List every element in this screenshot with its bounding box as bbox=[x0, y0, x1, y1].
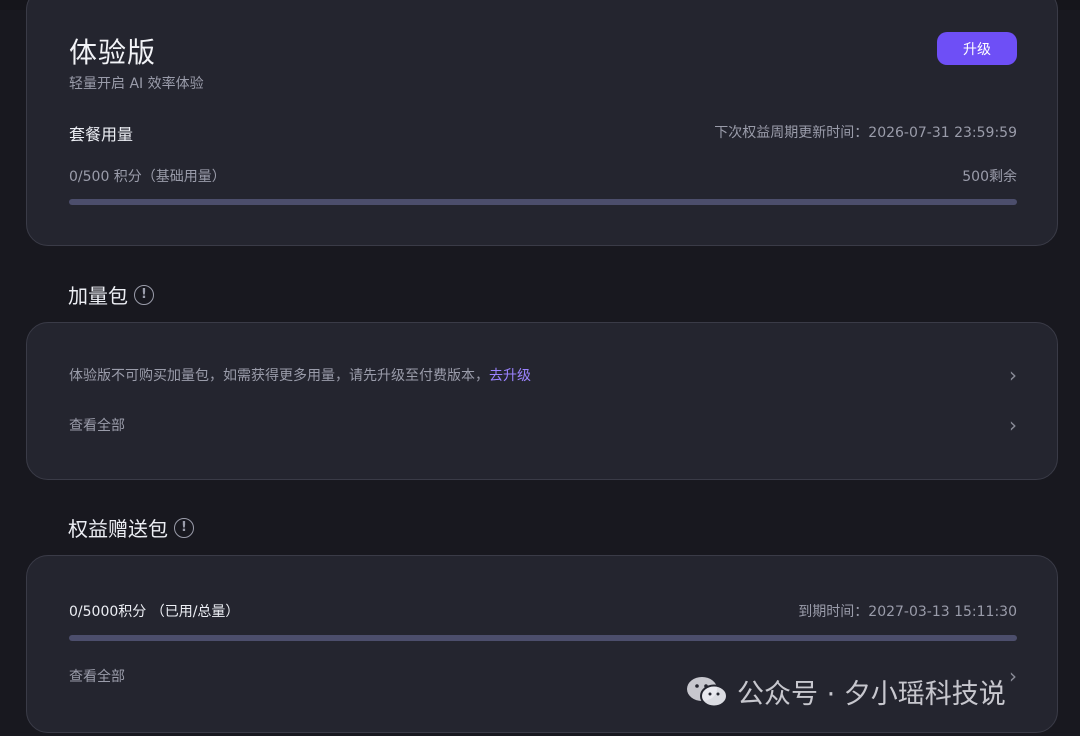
addon-title-text: 加量包 bbox=[68, 284, 128, 308]
info-icon[interactable]: ! bbox=[174, 517, 194, 538]
gift-view-all-label: 查看全部 bbox=[69, 669, 125, 685]
wechat-icon bbox=[687, 676, 728, 707]
plan-usage-progress-bar bbox=[69, 199, 1017, 205]
addon-upgrade-notice-row[interactable]: 体验版不可购买加量包，如需获得更多用量，请先升级至付费版本，去升级 › bbox=[69, 365, 1017, 385]
gift-title-text: 权益赠送包 bbox=[68, 517, 168, 541]
gift-usage-progress-bar bbox=[69, 635, 1017, 641]
plan-name: 体验版 bbox=[69, 36, 157, 69]
upgrade-button[interactable]: 升级 bbox=[937, 32, 1017, 65]
addon-notice-text: 体验版不可购买加量包，如需获得更多用量，请先升级至付费版本， bbox=[69, 368, 489, 384]
addon-notice: 体验版不可购买加量包，如需获得更多用量，请先升级至付费版本，去升级 bbox=[69, 365, 531, 385]
info-icon[interactable]: ! bbox=[134, 284, 154, 305]
watermark: 公众号 · 夕小瑶科技说 bbox=[685, 672, 1006, 711]
watermark-text: 公众号 · 夕小瑶科技说 bbox=[737, 679, 1006, 710]
gift-used-label: 0/5000积分 （已用/总量） bbox=[69, 604, 240, 620]
chevron-right-icon: › bbox=[1009, 413, 1017, 437]
chevron-right-icon: › bbox=[1009, 363, 1017, 387]
renew-time: 下次权益周期更新时间：2026-07-31 23:59:59 bbox=[714, 125, 1017, 141]
go-upgrade-link[interactable]: 去升级 bbox=[489, 368, 531, 384]
addon-card: 体验版不可购买加量包，如需获得更多用量，请先升级至付费版本，去升级 › 查看全部… bbox=[26, 322, 1058, 480]
chevron-right-icon: › bbox=[1009, 664, 1017, 688]
addon-view-all-row[interactable]: 查看全部 › bbox=[69, 415, 1017, 435]
plan-description: 轻量开启 AI 效率体验 bbox=[69, 76, 204, 92]
gift-expire-time: 到期时间：2027-03-13 15:11:30 bbox=[798, 604, 1017, 620]
quota-label: 0/500 积分（基础用量） bbox=[69, 169, 226, 185]
plan-card: 体验版 轻量开启 AI 效率体验 升级 套餐用量 下次权益周期更新时间：2026… bbox=[26, 0, 1058, 246]
addon-view-all-label: 查看全部 bbox=[69, 418, 125, 434]
usage-title: 套餐用量 bbox=[69, 125, 134, 144]
quota-remaining: 500剩余 bbox=[962, 169, 1017, 185]
gift-section-title: 权益赠送包 ! bbox=[68, 513, 194, 542]
addon-section-title: 加量包 ! bbox=[68, 280, 154, 309]
